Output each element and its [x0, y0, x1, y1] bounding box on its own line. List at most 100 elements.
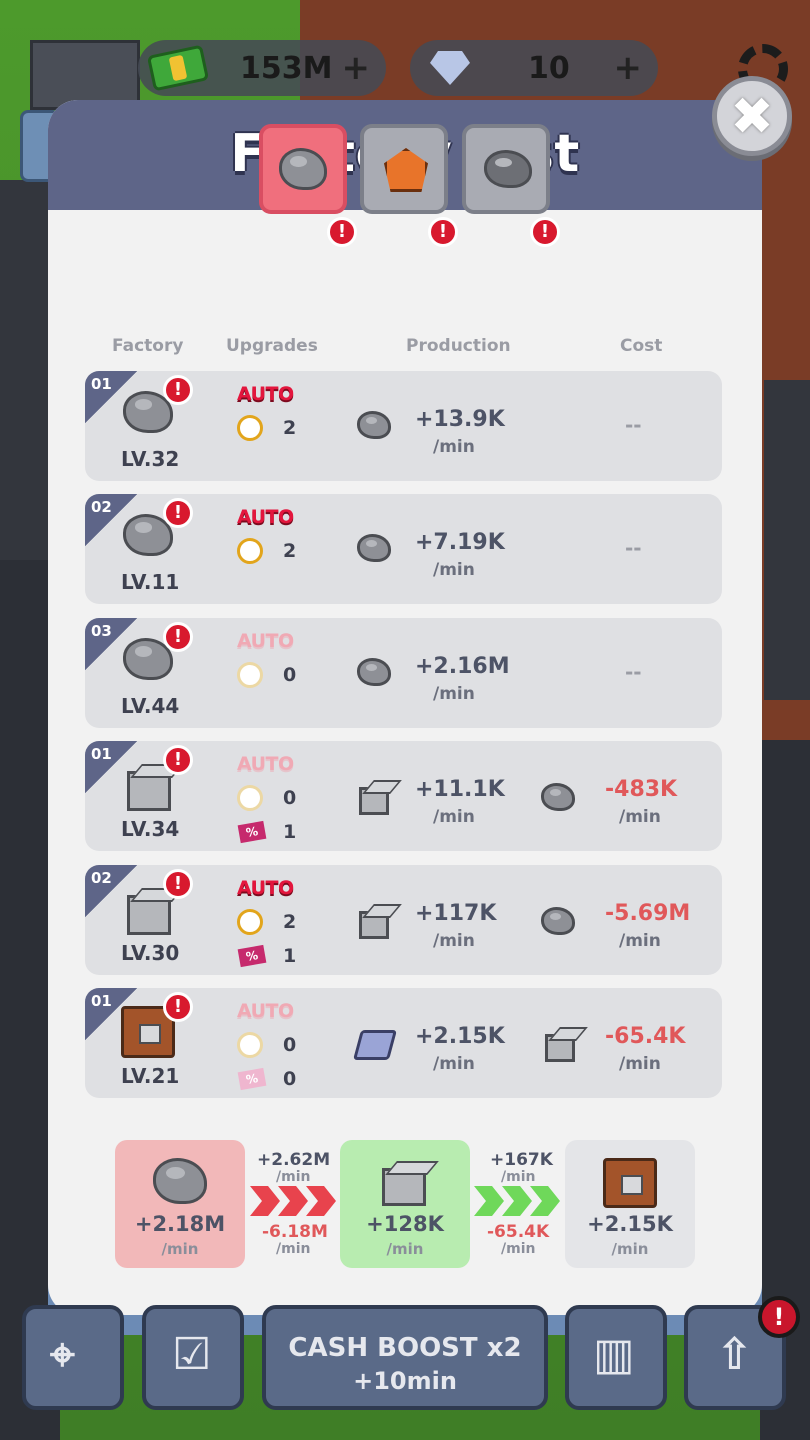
speed-clock-icon [237, 785, 263, 811]
cube-icon [359, 787, 389, 815]
row-alert-badge: ! [163, 745, 193, 775]
summary-cube: +128K /min [340, 1140, 470, 1268]
row-number: 03 [91, 622, 112, 640]
cost-value: -65.4K [605, 1024, 686, 1049]
factory-row[interactable]: 01 ! LV.34 AUTO 0% 1 +11.1K /min -483K /… [85, 741, 722, 851]
factory-level: LV.21 [121, 1064, 180, 1088]
factory-level: LV.34 [121, 817, 180, 841]
slab-icon [352, 1030, 398, 1060]
speed-upgrade-count: 0 [283, 1034, 297, 1056]
cash-icon [146, 44, 210, 92]
ore-icon [484, 150, 532, 188]
auto-upgrade-label[interactable]: AUTO [237, 1000, 294, 1022]
cash-counter[interactable]: 153M + [138, 40, 386, 96]
upgrade-arrow-icon: ⇧ [716, 1329, 753, 1380]
discount-upgrade-count: 1 [283, 945, 297, 967]
discount-tag-icon: % [237, 944, 267, 968]
cost-unit: /min [619, 807, 661, 827]
summary-crate: +2.15K /min [565, 1140, 695, 1268]
cube-icon [127, 895, 171, 935]
chevron-right-icon [278, 1186, 308, 1216]
stone-icon [357, 658, 391, 686]
factory-icon: ▥ [593, 1329, 635, 1380]
tab-amber-alert-badge: ! [428, 217, 458, 247]
nav-alert-badge: ! [758, 1296, 800, 1338]
discount-tag-icon: % [237, 820, 267, 844]
factory-row[interactable]: 01 ! LV.32 AUTO 2 +13.9K /min -- [85, 371, 722, 481]
cash-boost-label: CASH BOOST x2 [288, 1333, 522, 1363]
add-gem-button[interactable]: + [614, 48, 643, 88]
nav-tasks-button[interactable]: ☑ [142, 1305, 244, 1410]
auto-upgrade-label[interactable]: AUTO [237, 877, 294, 899]
add-cash-button[interactable]: + [342, 48, 371, 88]
tab-stone-alert-badge: ! [327, 217, 357, 247]
row-number: 02 [91, 498, 112, 516]
nav-factory-button[interactable]: ▥ [565, 1305, 667, 1410]
production-unit: /min [433, 1054, 475, 1074]
speed-upgrade-count: 2 [283, 540, 297, 562]
auto-upgrade-label[interactable]: AUTO [237, 630, 294, 652]
cube-icon [359, 911, 389, 939]
speed-upgrade-count: 0 [283, 787, 297, 809]
production-unit: /min [433, 807, 475, 827]
row-number: 01 [91, 992, 112, 1010]
stone-icon [541, 907, 575, 935]
chevron-right-icon [306, 1186, 336, 1216]
factory-row[interactable]: 01 ! LV.21 AUTO 0% 0 +2.15K /min -65.4K … [85, 988, 722, 1098]
cube-icon [545, 1034, 575, 1062]
factory-row[interactable]: 02 ! LV.30 AUTO 2% 1 +117K /min -5.69M /… [85, 865, 722, 975]
row-alert-badge: ! [163, 622, 193, 652]
auto-upgrade-label[interactable]: AUTO [237, 506, 294, 528]
flow2-arrows [474, 1186, 562, 1216]
summary-crate-unit: /min [611, 1240, 649, 1258]
cost-unit: /min [619, 1054, 661, 1074]
factory-level: LV.30 [121, 941, 180, 965]
close-button[interactable]: ✖ [712, 76, 792, 156]
auto-upgrade-label[interactable]: AUTO [237, 383, 294, 405]
tab-amber[interactable] [360, 124, 448, 214]
factory-row[interactable]: 03 ! LV.44 AUTO 0 +2.16M /min -- [85, 618, 722, 728]
header-production: Production [406, 336, 511, 356]
production-value: +2.15K [415, 1024, 505, 1049]
map-pin-icon: ⌖ [50, 1329, 75, 1380]
cube-icon [382, 1168, 426, 1206]
flow2-in-unit: /min [501, 1169, 536, 1185]
tab-ore[interactable] [462, 124, 550, 214]
header-upgrades: Upgrades [226, 336, 318, 356]
row-alert-badge: ! [163, 869, 193, 899]
speed-upgrade-count: 0 [283, 664, 297, 686]
cost-value: -- [625, 536, 642, 560]
production-unit: /min [433, 684, 475, 704]
cost-unit: /min [619, 931, 661, 951]
cost-value: -483K [605, 777, 678, 802]
summary-stone: +2.18M /min [115, 1140, 245, 1268]
discount-upgrade-count: 0 [283, 1068, 297, 1090]
summary-cube-unit: /min [386, 1240, 424, 1258]
stone-icon [279, 148, 327, 190]
cost-value: -5.69M [605, 901, 691, 926]
tab-stone[interactable] [259, 124, 347, 214]
auto-upgrade-label[interactable]: AUTO [237, 753, 294, 775]
speed-upgrade-count: 2 [283, 911, 297, 933]
speed-clock-icon [237, 1032, 263, 1058]
production-unit: /min [433, 931, 475, 951]
flow1-in: +2.62M [257, 1150, 331, 1170]
row-alert-badge: ! [163, 992, 193, 1022]
production-unit: /min [433, 437, 475, 457]
factory-row[interactable]: 02 ! LV.11 AUTO 2 +7.19K /min -- [85, 494, 722, 604]
discount-tag-icon: % [237, 1067, 267, 1091]
speed-clock-icon [237, 662, 263, 688]
factory-level: LV.44 [121, 694, 180, 718]
cash-boost-button[interactable]: CASH BOOST x2 +10min [262, 1305, 548, 1410]
gem-counter[interactable]: 10 + [410, 40, 658, 96]
nav-map-button[interactable]: ⌖ [22, 1305, 124, 1410]
factory-building [0, 180, 48, 560]
flow1-arrows [250, 1186, 338, 1216]
header-factory: Factory [112, 336, 184, 356]
tab-ore-alert-badge: ! [530, 217, 560, 247]
amber-icon [384, 148, 428, 192]
production-value: +2.16M [415, 654, 510, 679]
factory-level: LV.11 [121, 570, 180, 594]
rock-formation [764, 380, 810, 700]
gem-value: 10 [528, 50, 570, 86]
